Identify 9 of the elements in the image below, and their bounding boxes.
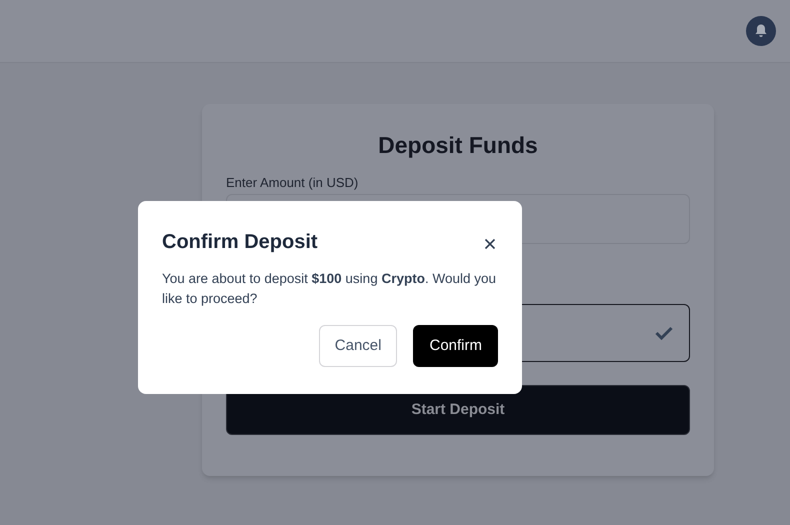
form-title: Deposit Funds [377, 131, 539, 160]
close-icon[interactable] [484, 238, 496, 250]
dialog-title: Confirm Deposit [162, 230, 318, 255]
checkmark-icon [655, 326, 673, 340]
confirm-button[interactable]: Confirm [413, 325, 498, 367]
amount-label: Enter Amount (in USD) [226, 175, 360, 191]
notification-bell-icon[interactable] [746, 16, 776, 46]
dialog-message: You are about to deposit $100 using Crypto. Would you like to proceed? [162, 270, 497, 308]
cancel-button[interactable]: Cancel [318, 325, 398, 367]
